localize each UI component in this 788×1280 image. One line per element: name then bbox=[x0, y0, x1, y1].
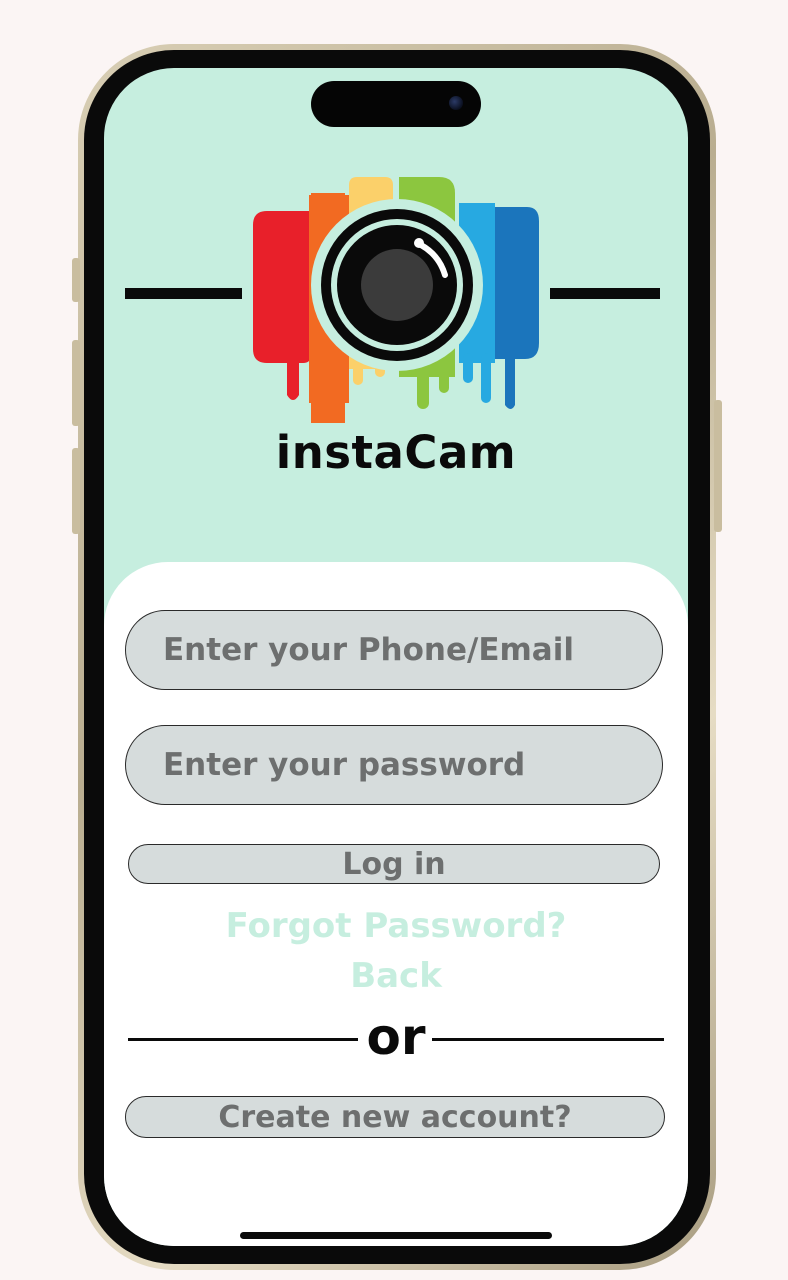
password-placeholder: Enter your password bbox=[163, 747, 526, 783]
divider-right-line bbox=[432, 1038, 664, 1041]
volume-up-button bbox=[72, 340, 80, 426]
password-input[interactable]: Enter your password bbox=[125, 725, 663, 805]
app-brand-name: instaCam bbox=[275, 426, 517, 479]
logo-right-line bbox=[550, 288, 660, 299]
volume-down-button bbox=[72, 448, 80, 534]
login-button[interactable]: Log in bbox=[128, 844, 660, 884]
front-camera-icon bbox=[449, 96, 463, 110]
dynamic-island bbox=[311, 81, 481, 127]
logo-left-line bbox=[125, 288, 242, 299]
home-indicator bbox=[240, 1232, 552, 1239]
create-account-button[interactable]: Create new account? bbox=[125, 1096, 665, 1138]
divider-left-line bbox=[128, 1038, 358, 1041]
camera-logo-icon bbox=[253, 177, 539, 423]
create-account-label: Create new account? bbox=[218, 1099, 572, 1135]
action-button bbox=[72, 258, 80, 302]
back-link[interactable]: Back bbox=[104, 956, 688, 996]
power-button bbox=[714, 400, 722, 532]
login-button-label: Log in bbox=[342, 846, 446, 882]
forgot-password-link[interactable]: Forgot Password? bbox=[104, 906, 688, 946]
divider-or-label: or bbox=[366, 1008, 426, 1066]
phone-email-placeholder: Enter your Phone/Email bbox=[163, 632, 574, 668]
app-screen: instaCam Enter your Phone/Email Enter yo… bbox=[104, 68, 688, 1246]
phone-email-input[interactable]: Enter your Phone/Email bbox=[125, 610, 663, 690]
